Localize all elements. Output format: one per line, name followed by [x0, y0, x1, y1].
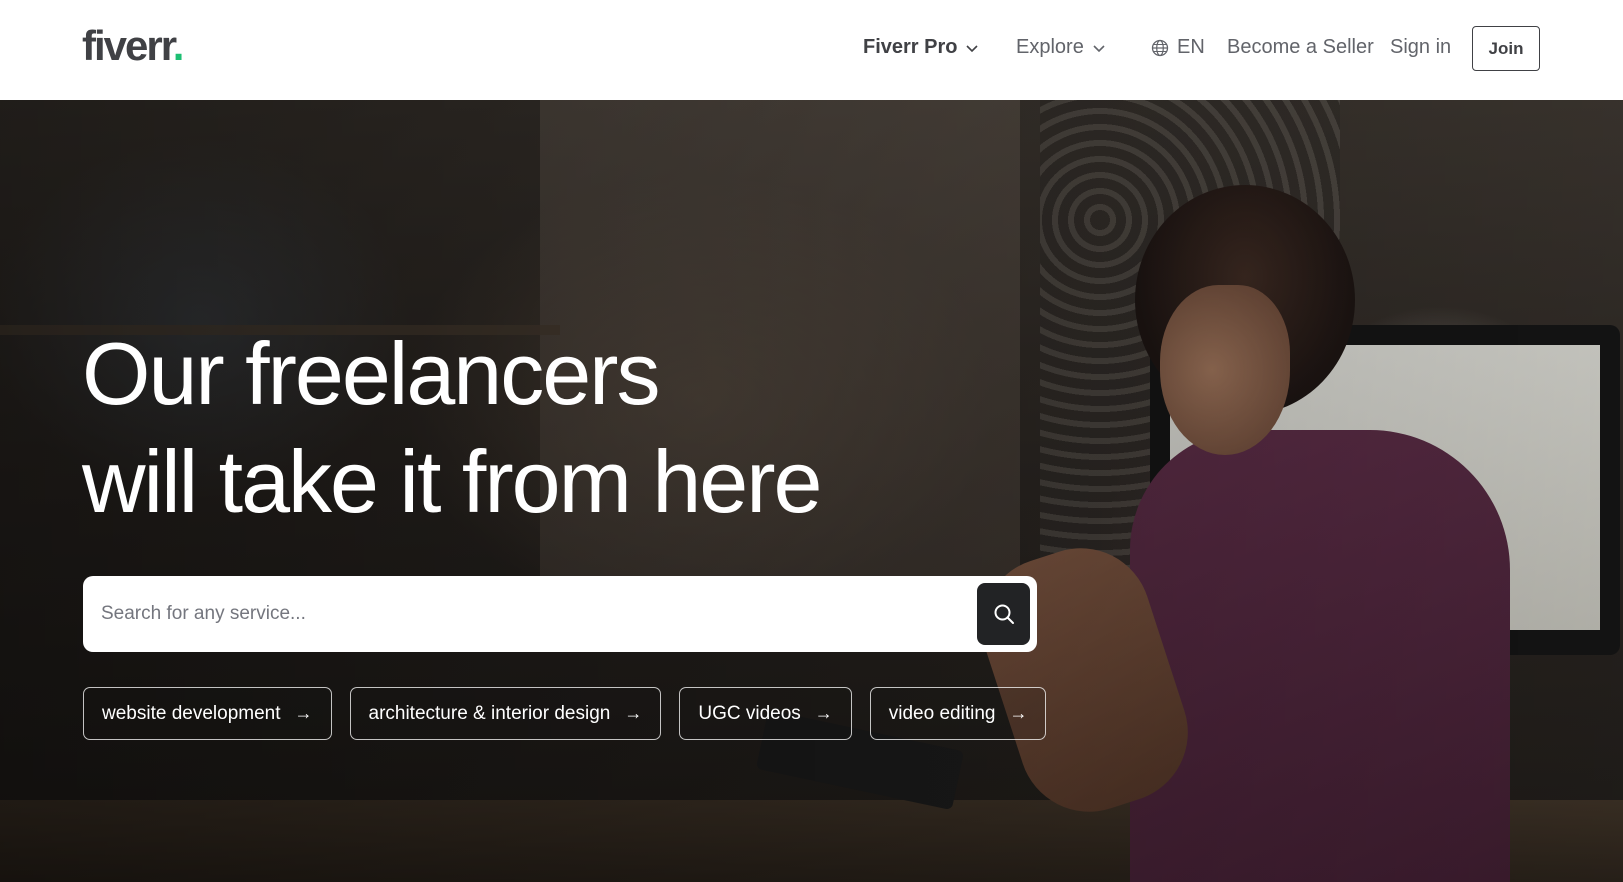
arrow-right-icon: → [294, 703, 313, 723]
chip-video-editing[interactable]: video editing → [869, 687, 1047, 740]
nav-language-label: EN [1177, 36, 1205, 58]
hero-headline-line-2: will take it from here [82, 432, 822, 531]
hero-section: Our freelancers will take it from here w… [0, 100, 1623, 882]
nav-become-seller[interactable]: Become a Seller [1227, 36, 1374, 59]
search-icon [994, 604, 1014, 624]
nav-explore[interactable]: Explore [1016, 36, 1106, 59]
join-button[interactable]: Join [1472, 26, 1540, 71]
nav-explore-label: Explore [1016, 36, 1084, 58]
top-navbar: fiverr. Fiverr Pro Explore EN Become a S… [0, 0, 1623, 100]
arrow-right-icon: → [624, 703, 643, 723]
nav-fiverr-pro[interactable]: Fiverr Pro [863, 36, 979, 59]
chevron-down-icon [1093, 44, 1105, 52]
chip-label: UGC videos [698, 702, 801, 724]
fiverr-logo[interactable]: fiverr. [82, 22, 185, 70]
chip-label: architecture & interior design [368, 702, 611, 724]
chip-label: website development [102, 702, 281, 724]
search-bar [83, 576, 1037, 652]
nav-sign-in[interactable]: Sign in [1390, 36, 1451, 59]
chip-label: video editing [888, 702, 996, 724]
nav-language[interactable]: EN [1151, 36, 1205, 59]
logo-text: fiverr [82, 22, 175, 69]
chip-website-development[interactable]: website development → [83, 687, 332, 740]
chip-architecture-interior-design[interactable]: architecture & interior design → [349, 687, 662, 740]
search-button[interactable] [977, 583, 1030, 645]
chevron-down-icon [966, 44, 979, 52]
globe-icon [1151, 39, 1169, 56]
popular-searches: website development → architecture & int… [83, 687, 1047, 740]
chip-ugc-videos[interactable]: UGC videos → [679, 687, 852, 740]
arrow-right-icon: → [814, 703, 833, 723]
nav-fiverr-pro-label: Fiverr Pro [863, 36, 958, 58]
arrow-right-icon: → [1009, 703, 1028, 723]
hero-headline: Our freelancers will take it from here [82, 320, 882, 536]
search-input[interactable] [101, 594, 961, 634]
logo-dot: . [172, 22, 185, 69]
hero-headline-line-1: Our freelancers [82, 324, 660, 423]
